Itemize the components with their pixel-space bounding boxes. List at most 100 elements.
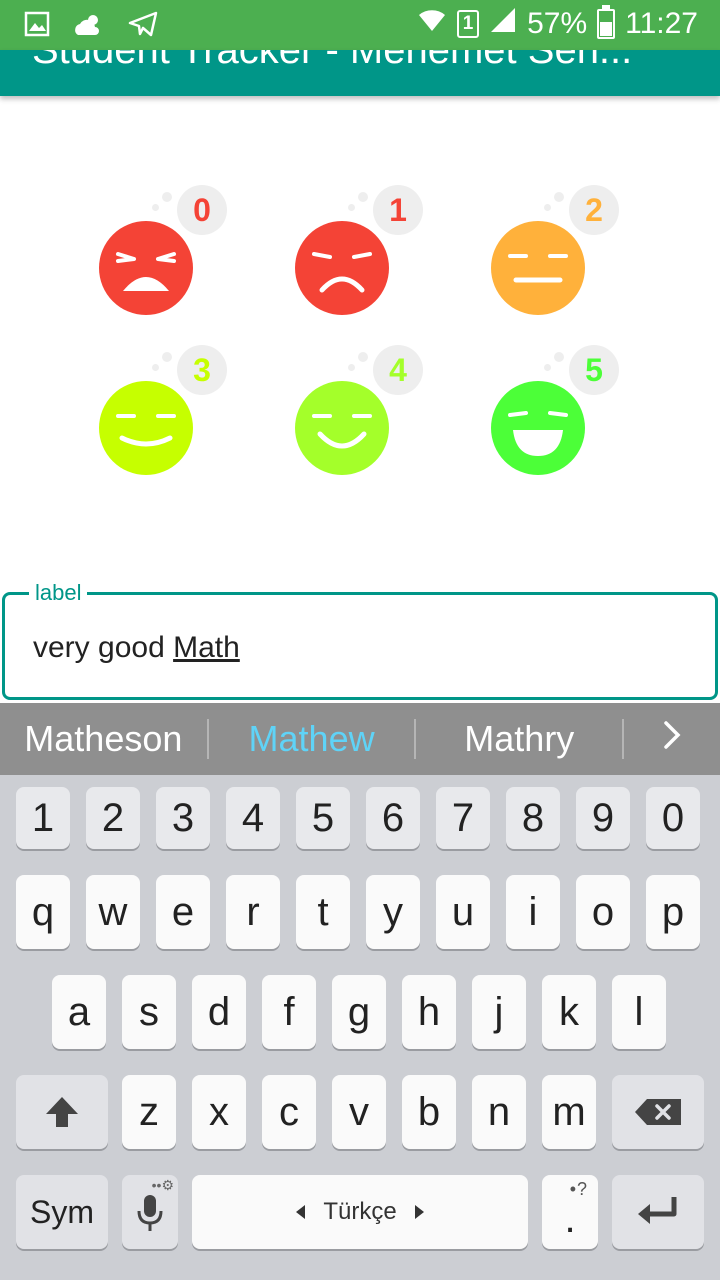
key-3[interactable]: 3 bbox=[156, 787, 210, 849]
key-4[interactable]: 4 bbox=[226, 787, 280, 849]
key-0[interactable]: 0 bbox=[646, 787, 700, 849]
space-key-label: Türkçe bbox=[323, 1198, 397, 1225]
period-key-label: . bbox=[564, 1196, 576, 1241]
key-p[interactable]: p bbox=[646, 875, 700, 949]
rating-option-2[interactable]: 2 bbox=[488, 185, 628, 330]
space-key[interactable]: Türkçe bbox=[192, 1175, 528, 1249]
key-9[interactable]: 9 bbox=[576, 787, 630, 849]
thought-dot bbox=[544, 204, 551, 211]
backspace-icon bbox=[635, 1099, 681, 1125]
arrow-left-icon bbox=[296, 1205, 306, 1219]
crying-face-icon bbox=[99, 221, 193, 315]
key-1[interactable]: 1 bbox=[16, 787, 70, 849]
chevron-right-icon bbox=[664, 721, 681, 749]
shift-arrow-icon bbox=[46, 1097, 78, 1127]
thought-dot bbox=[152, 364, 159, 371]
settings-dots-icon: ••⚙ bbox=[151, 1177, 174, 1193]
thought-dot bbox=[358, 352, 368, 362]
key-m[interactable]: m bbox=[542, 1075, 596, 1149]
key-l[interactable]: l bbox=[612, 975, 666, 1049]
thought-dot bbox=[554, 352, 564, 362]
key-k[interactable]: k bbox=[542, 975, 596, 1049]
wifi-icon bbox=[417, 7, 447, 41]
field-label: label bbox=[29, 581, 88, 605]
enter-key[interactable] bbox=[612, 1175, 704, 1249]
suggestion-item[interactable]: Matheson bbox=[0, 703, 207, 775]
rating-option-1[interactable]: 1 bbox=[292, 185, 432, 330]
shift-key[interactable] bbox=[16, 1075, 108, 1149]
key-v[interactable]: v bbox=[332, 1075, 386, 1149]
soft-keyboard: 1 2 3 4 5 6 7 8 9 0 q w e r t y u i o p … bbox=[0, 775, 720, 1280]
key-b[interactable]: b bbox=[402, 1075, 456, 1149]
thought-dot bbox=[152, 204, 159, 211]
slight-smile-face-icon bbox=[99, 381, 193, 475]
app-bar: Student Tracker - Mehemet Sen... bbox=[0, 50, 720, 96]
rating-option-0[interactable]: 0 bbox=[96, 185, 236, 330]
voice-input-key[interactable]: ••⚙ bbox=[122, 1175, 178, 1249]
key-7[interactable]: 7 bbox=[436, 787, 490, 849]
key-f[interactable]: f bbox=[262, 975, 316, 1049]
thought-dot bbox=[544, 364, 551, 371]
signal-icon bbox=[489, 6, 517, 42]
key-o[interactable]: o bbox=[576, 875, 630, 949]
key-d[interactable]: d bbox=[192, 975, 246, 1049]
key-2[interactable]: 2 bbox=[86, 787, 140, 849]
clock: 11:27 bbox=[625, 7, 698, 40]
status-bar: 1 57% 11:27 bbox=[0, 0, 720, 50]
rating-option-5[interactable]: 5 bbox=[488, 345, 628, 490]
key-r[interactable]: r bbox=[226, 875, 280, 949]
field-value-text: very good bbox=[33, 631, 174, 664]
suggestion-item-primary[interactable]: Mathew bbox=[209, 703, 415, 775]
key-i[interactable]: i bbox=[506, 875, 560, 949]
battery-icon bbox=[597, 5, 616, 39]
key-n[interactable]: n bbox=[472, 1075, 526, 1149]
key-e[interactable]: e bbox=[156, 875, 210, 949]
smile-face-icon bbox=[295, 381, 389, 475]
key-q[interactable]: q bbox=[16, 875, 70, 949]
key-8[interactable]: 8 bbox=[506, 787, 560, 849]
microphone-icon bbox=[137, 1195, 163, 1231]
battery-percent: 57% bbox=[527, 7, 588, 40]
key-5[interactable]: 5 bbox=[296, 787, 350, 849]
arrow-right-icon bbox=[414, 1205, 424, 1219]
key-x[interactable]: x bbox=[192, 1075, 246, 1149]
rating-option-3[interactable]: 3 bbox=[96, 345, 236, 490]
label-text-field[interactable]: label very good Math bbox=[2, 581, 718, 700]
thought-dot bbox=[348, 204, 355, 211]
key-6[interactable]: 6 bbox=[366, 787, 420, 849]
key-g[interactable]: g bbox=[332, 975, 386, 1049]
key-s[interactable]: s bbox=[122, 975, 176, 1049]
key-u[interactable]: u bbox=[436, 875, 490, 949]
app-title: Student Tracker - Mehemet Sen... bbox=[32, 50, 633, 72]
key-h[interactable]: h bbox=[402, 975, 456, 1049]
key-j[interactable]: j bbox=[472, 975, 526, 1049]
key-c[interactable]: c bbox=[262, 1075, 316, 1149]
thought-dot bbox=[162, 352, 172, 362]
thought-dot bbox=[162, 192, 172, 202]
thought-dot bbox=[348, 364, 355, 371]
neutral-face-icon bbox=[491, 221, 585, 315]
gallery-icon bbox=[24, 11, 50, 41]
thought-dot bbox=[554, 192, 564, 202]
composing-word: Math bbox=[173, 631, 240, 664]
sad-face-icon bbox=[295, 221, 389, 315]
suggestion-item[interactable]: Mathry bbox=[416, 703, 622, 775]
key-z[interactable]: z bbox=[122, 1075, 176, 1149]
backspace-key[interactable] bbox=[612, 1075, 704, 1149]
laugh-face-icon bbox=[491, 381, 585, 475]
field-value[interactable]: very good Math bbox=[33, 631, 240, 665]
weather-icon bbox=[72, 11, 106, 41]
suggestion-strip: Matheson Mathew Mathry bbox=[0, 703, 720, 775]
key-y[interactable]: y bbox=[366, 875, 420, 949]
thought-dot bbox=[358, 192, 368, 202]
period-key[interactable]: •? . bbox=[542, 1175, 598, 1249]
sim-icon: 1 bbox=[457, 10, 480, 38]
rating-option-4[interactable]: 4 bbox=[292, 345, 432, 490]
more-suggestions-button[interactable] bbox=[624, 719, 720, 759]
key-a[interactable]: a bbox=[52, 975, 106, 1049]
key-t[interactable]: t bbox=[296, 875, 350, 949]
sym-key[interactable]: Sym bbox=[16, 1175, 108, 1249]
key-w[interactable]: w bbox=[86, 875, 140, 949]
period-key-alt: •? bbox=[569, 1179, 588, 1199]
enter-icon bbox=[638, 1197, 677, 1224]
